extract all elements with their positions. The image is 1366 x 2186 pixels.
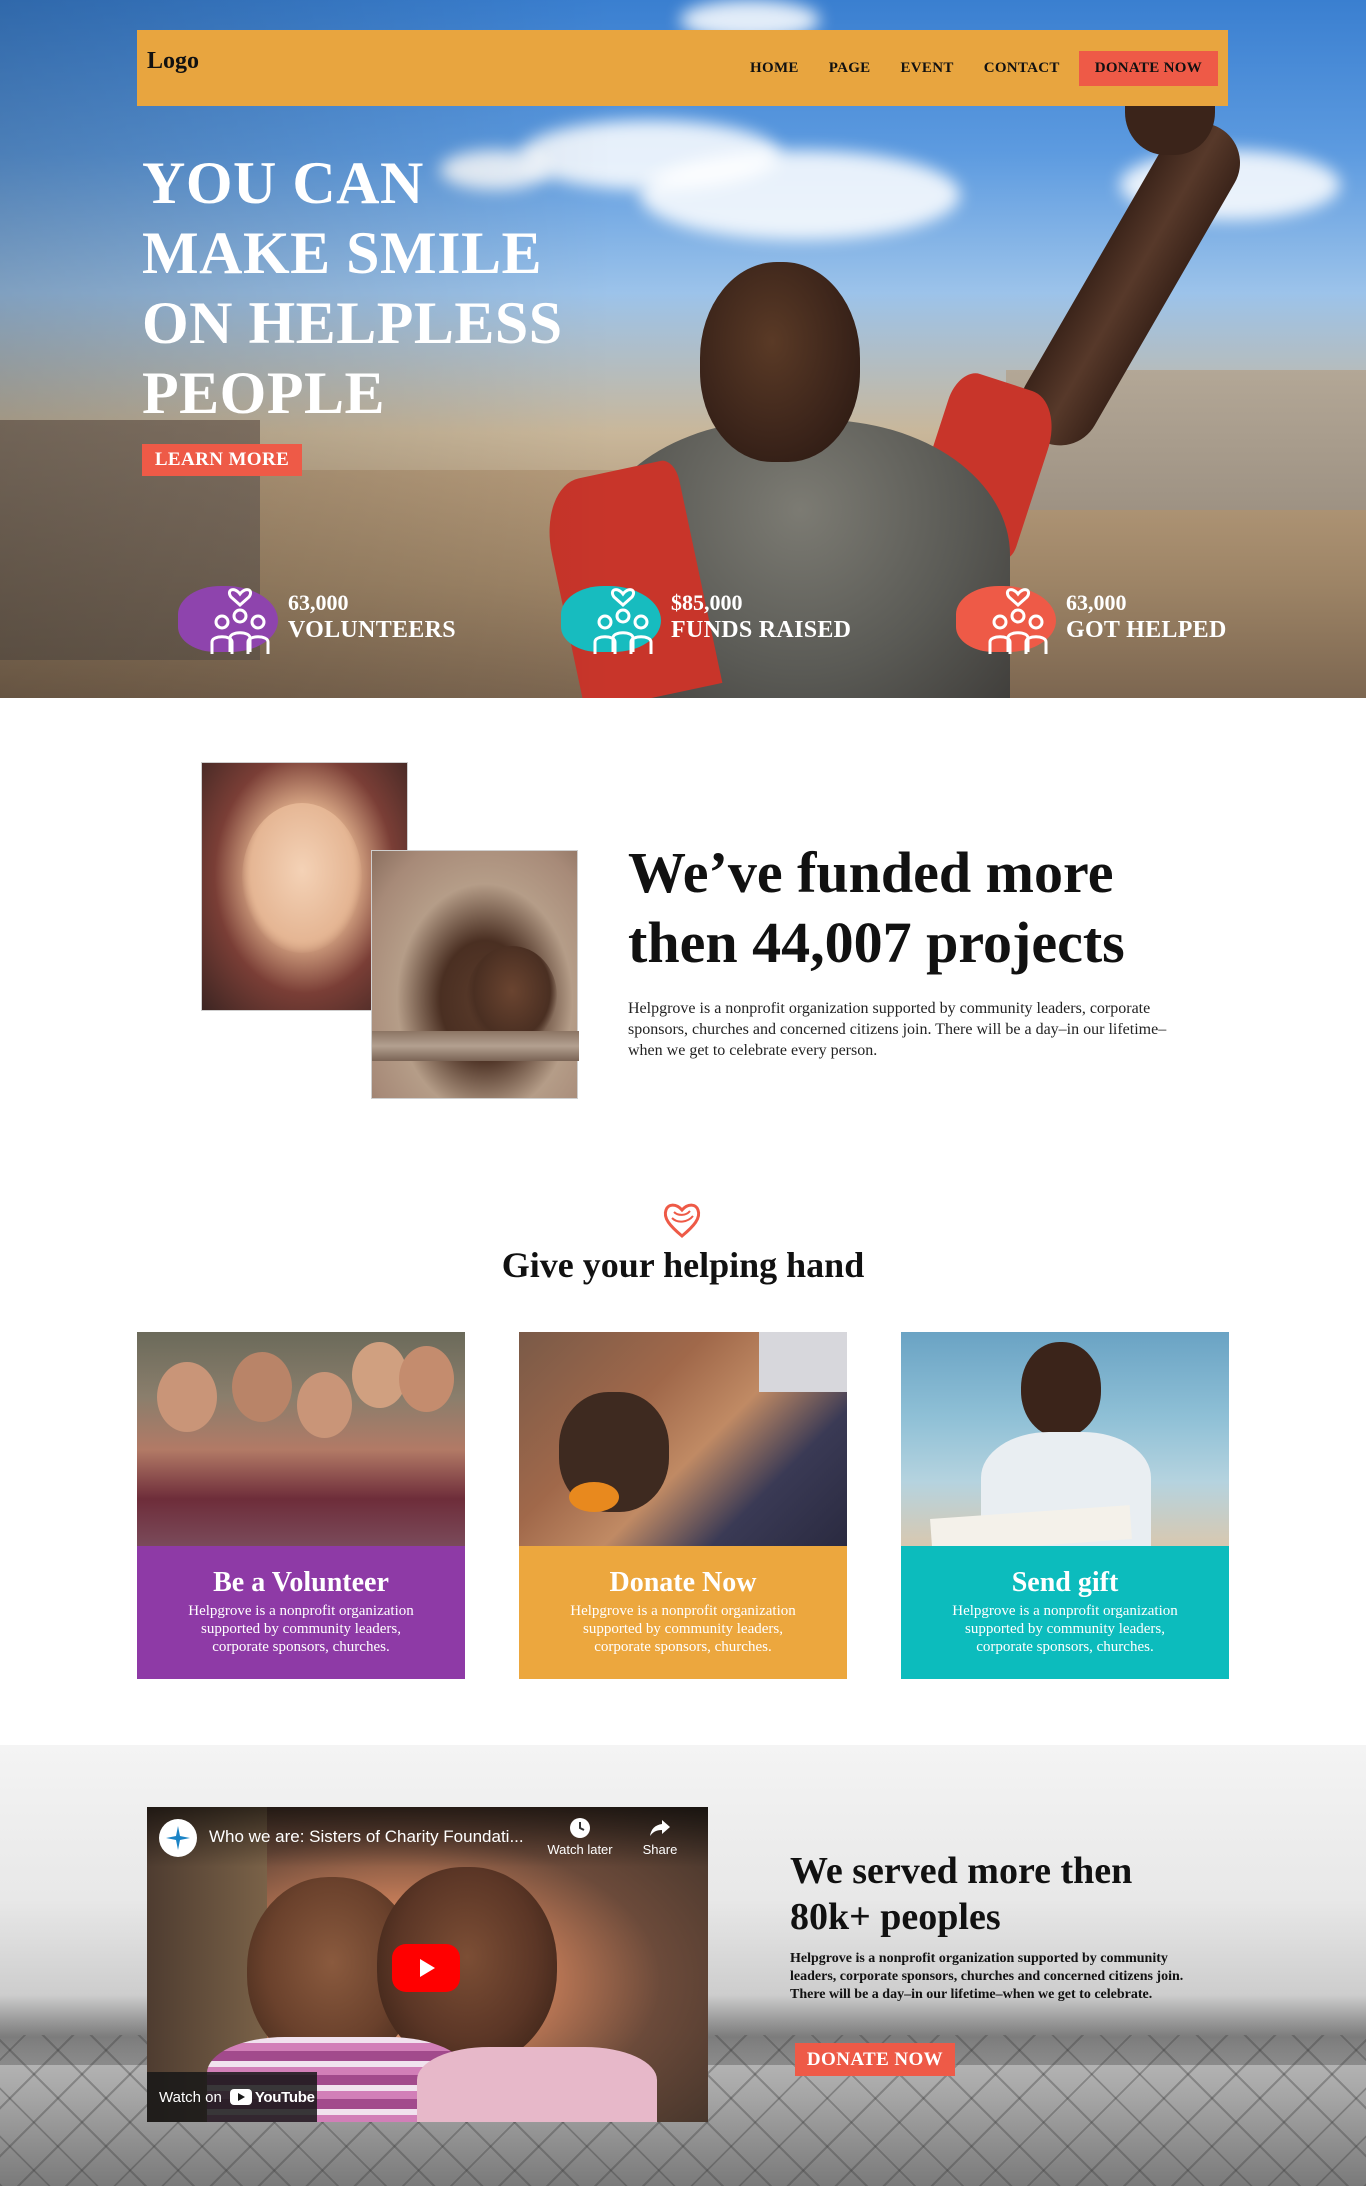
people-heart-icon (210, 588, 270, 654)
stat-icon-wrap (553, 572, 663, 662)
stat-text: 63,000 VOLUNTEERS (288, 590, 456, 644)
card-title: Donate Now (609, 1567, 757, 1598)
learn-more-button[interactable]: LEARN MORE (142, 444, 302, 476)
heart-icon (663, 1203, 701, 1238)
clock-icon (570, 1818, 590, 1838)
nav-contact[interactable]: CONTACT (969, 60, 1075, 77)
people-heart-icon (988, 588, 1048, 654)
play-icon (420, 1959, 435, 1977)
hero-title: YOU CAN MAKE SMILE ON HELPLESS PEOPLE (142, 148, 602, 428)
top-navbar: Logo HOME PAGE EVENT CONTACT DONATE NOW (137, 30, 1228, 106)
hero-section: Logo HOME PAGE EVENT CONTACT DONATE NOW … (0, 0, 1366, 698)
served-description: Helpgrove is a nonprofit organization su… (790, 1951, 1184, 2002)
nav-home[interactable]: HOME (735, 60, 814, 77)
site-logo[interactable]: Logo (147, 48, 199, 75)
card-footer: Send gift Helpgrove is a nonprofit organ… (901, 1546, 1229, 1679)
served-title-line: 80k+ peoples (790, 1896, 1001, 1938)
served-title-line: We served more then (790, 1850, 1133, 1892)
youtube-wordmark: YouTube (254, 2088, 315, 2106)
stat-volunteers: 63,000 VOLUNTEERS (170, 572, 456, 662)
card-title: Send gift (1011, 1567, 1119, 1598)
stat-text: 63,000 GOT HELPED (1066, 590, 1227, 644)
stat-value: $85,000 (671, 590, 743, 615)
child-face (297, 1372, 352, 1438)
funded-title-line: We’ve funded more (628, 840, 1114, 905)
hero-title-line: MAKE SMILE (142, 220, 543, 286)
video-shirt-pink (417, 2047, 657, 2122)
hero-title-line: ON HELPLESS (142, 290, 563, 356)
youtube-play-icon (229, 2089, 252, 2105)
card-title: Be a Volunteer (213, 1567, 389, 1598)
card-footer: Be a Volunteer Helpgrove is a nonprofit … (137, 1546, 465, 1679)
star-logo-icon (166, 1826, 190, 1850)
student-head (1021, 1342, 1101, 1437)
stat-funds-raised: $85,000 FUNDS RAISED (553, 572, 851, 662)
stat-label: GOT HELPED (1066, 617, 1227, 643)
video-title[interactable]: Who we are: Sisters of Charity Foundati.… (209, 1827, 539, 1847)
people-heart-icon (593, 588, 653, 654)
child-face (157, 1362, 217, 1432)
help-section-title: Give your helping hand (501, 1245, 865, 1285)
youtube-logo: YouTube (229, 2088, 315, 2106)
stat-icon-wrap (948, 572, 1058, 662)
channel-avatar-icon[interactable] (159, 1819, 197, 1857)
card-image-child-eating (519, 1332, 847, 1546)
hero-title-line: YOU CAN (142, 150, 424, 216)
card-text: Helpgrove is a nonprofit organization su… (188, 1603, 414, 1655)
watch-on-label: Watch on (159, 2088, 222, 2106)
nav-donate-button[interactable]: DONATE NOW (1078, 50, 1218, 86)
photo-face (242, 803, 362, 953)
funded-title-line: then 44,007 projects (628, 910, 1125, 975)
watch-later-button[interactable]: Watch later (545, 1817, 615, 1857)
stat-value: 63,000 (288, 590, 349, 615)
vehicle (759, 1332, 847, 1392)
card-image-kids-group (137, 1332, 465, 1546)
card-image-student (901, 1332, 1229, 1546)
send-gift-card[interactable]: Send gift Helpgrove is a nonprofit organ… (901, 1332, 1229, 1679)
share-label: Share (642, 1842, 678, 1857)
youtube-video-embed[interactable]: Who we are: Sisters of Charity Foundati.… (147, 1807, 708, 2122)
share-button[interactable]: Share (625, 1817, 695, 1857)
desk-paper (930, 1505, 1132, 1546)
stat-got-helped: 63,000 GOT HELPED (948, 572, 1227, 662)
stat-text: $85,000 FUNDS RAISED (671, 590, 851, 644)
donate-card[interactable]: Donate Now Helpgrove is a nonprofit orga… (519, 1332, 847, 1679)
served-donate-button[interactable]: DONATE NOW (795, 2043, 955, 2076)
nav-event[interactable]: EVENT (886, 60, 969, 77)
child-face (232, 1352, 292, 1422)
child-face (399, 1346, 454, 1412)
orange-fruit (569, 1482, 619, 1512)
volunteer-card[interactable]: Be a Volunteer Helpgrove is a nonprofit … (137, 1332, 465, 1679)
stat-label: VOLUNTEERS (288, 617, 456, 643)
photo-rail (372, 1031, 579, 1061)
nav-page[interactable]: PAGE (814, 60, 886, 77)
share-icon (650, 1820, 670, 1836)
watch-later-label: Watch later (547, 1842, 613, 1857)
stat-icon-wrap (170, 572, 280, 662)
nav-links: HOME PAGE EVENT CONTACT DONATE NOW (735, 50, 1218, 86)
watch-on-youtube-button[interactable]: Watch on YouTube (147, 2072, 317, 2122)
stat-value: 63,000 (1066, 590, 1127, 615)
stat-label: FUNDS RAISED (671, 617, 852, 643)
boy-portrait-photo (371, 850, 579, 1099)
card-text: Helpgrove is a nonprofit organization su… (952, 1603, 1178, 1655)
served-title: We served more then 80k+ peoples (790, 1848, 1210, 1940)
hero-title-line: PEOPLE (142, 360, 386, 426)
video-play-button[interactable] (392, 1944, 460, 1992)
card-footer: Donate Now Helpgrove is a nonprofit orga… (519, 1546, 847, 1679)
funded-description: Helpgrove is a nonprofit organization su… (628, 1000, 1167, 1059)
card-text: Helpgrove is a nonprofit organization su… (570, 1603, 796, 1655)
funded-title: We’ve funded more then 44,007 projects (628, 838, 1188, 978)
